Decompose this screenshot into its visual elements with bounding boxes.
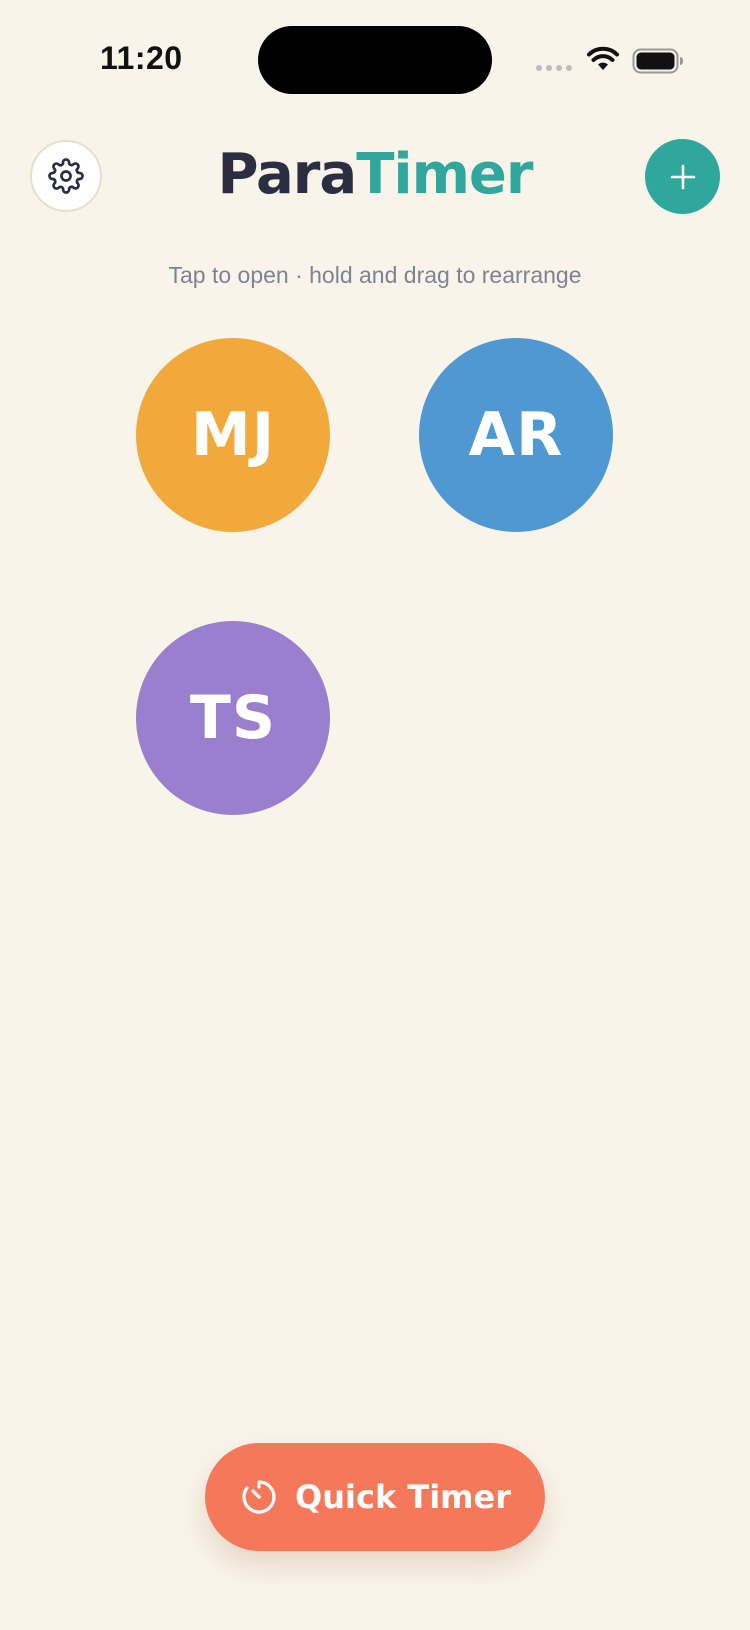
avatar-initials: TS xyxy=(189,683,277,753)
battery-icon xyxy=(632,48,683,74)
hint-text: Tap to open · hold and drag to rearrange xyxy=(168,262,582,288)
profile-avatar-mj[interactable]: MJ xyxy=(136,338,330,532)
app-title: ParaTimer xyxy=(0,142,750,207)
status-time: 11:20 xyxy=(100,40,183,76)
avatar-initials: MJ xyxy=(190,400,276,470)
wifi-icon xyxy=(587,46,619,70)
profile-avatar-ts[interactable]: TS xyxy=(136,621,330,815)
status-bar: 11:20 xyxy=(0,0,750,120)
app-title-part-2: Timer xyxy=(356,142,533,207)
dynamic-island xyxy=(258,26,492,94)
quick-timer-label: Quick Timer xyxy=(295,1478,511,1516)
stopwatch-icon xyxy=(242,1480,276,1514)
cellular-signal-icon xyxy=(536,65,572,71)
add-profile-button[interactable] xyxy=(645,139,720,214)
avatar-initials: AR xyxy=(468,400,564,470)
quick-timer-button[interactable]: Quick Timer xyxy=(205,1443,545,1551)
app-title-part-1: Para xyxy=(217,142,357,207)
plus-icon xyxy=(670,164,695,189)
profile-avatar-ar[interactable]: AR xyxy=(419,338,613,532)
